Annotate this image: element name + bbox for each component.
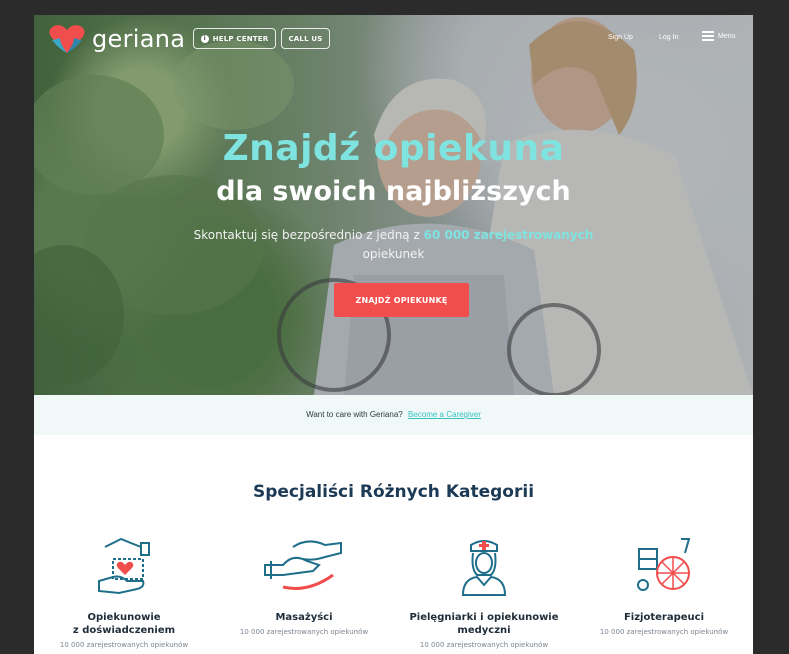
category-label-line1: Fizjoterapeuci [623, 612, 705, 623]
category-label-line2: z doświadczeniem [72, 625, 176, 636]
category-desc: 10 000 zarejestrowanych opiekunów [59, 641, 189, 649]
hero-title-line1: Znajdź opiekuna [222, 128, 565, 169]
top-navbar: geriana i HELP CENTER CALL US Sign Up Lo… [34, 15, 753, 65]
category-label: Opiekunowie z doświadczeniem [34, 611, 214, 637]
help-center-button[interactable]: i HELP CENTER [193, 28, 276, 49]
category-label-line2: medyczni [457, 625, 511, 636]
hero-subtitle-prefix: Skontaktuj się bezpośrednio z jedną z [193, 228, 420, 242]
massage-hands-icon [264, 540, 342, 590]
menu-button[interactable]: Menu [702, 31, 736, 41]
category-label: Pielęgniarki i opiekunowie medyczni [394, 611, 574, 637]
call-us-button[interactable]: CALL US [281, 28, 330, 49]
hero-subtitle-highlight: 60 000 zarejestrowanych [423, 228, 594, 242]
categories-title: Specjaliści Różnych Kategorii [252, 482, 535, 502]
category-label: Masażyści [214, 611, 394, 624]
category-nurses[interactable]: Pielęgniarki i opiekunowie medyczni 10 0… [394, 535, 574, 649]
logo-text: geriana [92, 25, 186, 53]
hero-section: geriana i HELP CENTER CALL US Sign Up Lo… [34, 15, 753, 395]
category-desc: 10 000 zarejestrowanych opiekunów [419, 641, 549, 649]
wheelchair-icon [637, 538, 691, 591]
hero-subtitle: Skontaktuj się bezpośrednio z jedną z 60… [184, 226, 603, 264]
category-physio[interactable]: Fizjoterapeuci 10 000 zarejestrowanych o… [574, 535, 753, 636]
category-desc: 10 000 zarejestrowanych opiekunów [599, 628, 729, 636]
help-center-label: HELP CENTER [212, 34, 269, 43]
category-label-line1: Pielęgniarki i opiekunowie [409, 612, 559, 623]
become-caregiver-strip: Want to care with Geriana? Become a Care… [34, 395, 753, 435]
caring-hands-heart-icon [98, 537, 150, 595]
category-label-line1: Masażyści [275, 612, 333, 623]
sign-up-link[interactable]: Sign Up [608, 34, 633, 41]
find-caregiver-button[interactable]: ZNAJDŹ OPIEKUNKĘ [334, 283, 469, 317]
category-massage[interactable]: Masażyści 10 000 zarejestrowanych opieku… [214, 535, 394, 636]
menu-label: Menu [718, 32, 736, 40]
category-label-line1: Opiekunowie [87, 612, 161, 623]
category-caregivers[interactable]: Opiekunowie z doświadczeniem 10 000 zare… [34, 535, 214, 649]
heart-logo-icon [49, 25, 85, 53]
hero-subtitle-suffix: opiekunek [362, 247, 425, 261]
info-icon: i [200, 34, 209, 43]
category-desc: 10 000 zarejestrowanych opiekunów [239, 628, 369, 636]
hero-title-line2: dla swoich najbliższych [216, 176, 571, 207]
category-label: Fizjoterapeuci [574, 611, 753, 624]
hamburger-icon [702, 31, 714, 41]
call-us-label: CALL US [288, 34, 323, 43]
log-in-link[interactable]: Log In [659, 34, 678, 41]
become-caregiver-link[interactable]: Become a Caregiver [408, 410, 481, 419]
logo[interactable]: geriana [48, 24, 185, 54]
strip-text: Want to care with Geriana? [306, 410, 403, 419]
page-frame: geriana i HELP CENTER CALL US Sign Up Lo… [34, 15, 753, 654]
nurse-icon [461, 540, 507, 596]
